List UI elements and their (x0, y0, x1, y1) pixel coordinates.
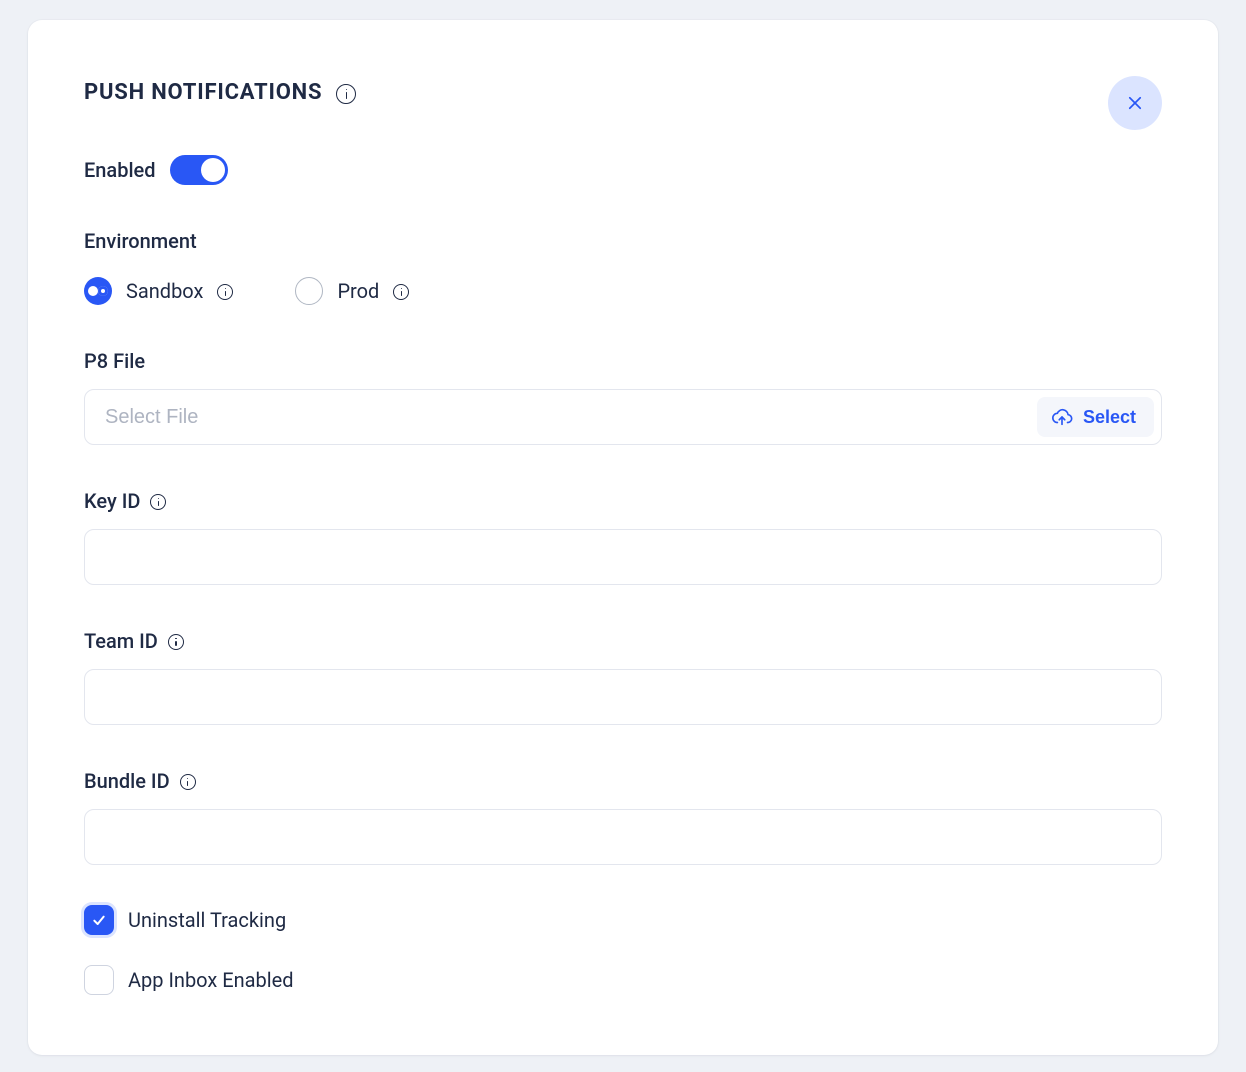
info-icon[interactable] (217, 284, 233, 300)
radio-prod[interactable]: Prod (295, 277, 409, 305)
keyid-input[interactable] (84, 529, 1162, 585)
select-file-button-label: Select (1083, 407, 1136, 428)
info-icon[interactable] (393, 284, 409, 300)
radio-sandbox-label: Sandbox (126, 279, 203, 303)
close-button[interactable] (1108, 76, 1162, 130)
environment-label: Environment (84, 229, 1162, 253)
enabled-label: Enabled (84, 158, 156, 182)
uninstall-tracking-label: Uninstall Tracking (128, 908, 286, 932)
info-icon[interactable] (336, 84, 356, 104)
app-inbox-checkbox[interactable] (84, 965, 114, 995)
radio-prod-label: Prod (337, 279, 379, 303)
info-icon[interactable] (180, 774, 196, 790)
bundleid-label: Bundle ID (84, 769, 170, 793)
p8file-label: P8 File (84, 349, 1162, 373)
app-inbox-label: App Inbox Enabled (128, 968, 294, 992)
toggle-knob (201, 158, 225, 182)
page-title: PUSH NOTIFICATIONS (84, 80, 322, 105)
info-icon[interactable] (150, 494, 166, 510)
upload-cloud-icon (1051, 406, 1073, 428)
p8file-input[interactable] (84, 389, 1162, 445)
info-icon[interactable] (168, 634, 184, 650)
select-file-button[interactable]: Select (1037, 397, 1154, 437)
teamid-label: Team ID (84, 629, 158, 653)
enabled-toggle[interactable] (170, 155, 228, 185)
teamid-input[interactable] (84, 669, 1162, 725)
close-icon (1126, 94, 1144, 112)
bundleid-input[interactable] (84, 809, 1162, 865)
check-icon (91, 912, 107, 928)
radio-sandbox[interactable]: Sandbox (84, 277, 233, 305)
push-notifications-card: PUSH NOTIFICATIONS Enabled Environment S… (28, 20, 1218, 1055)
keyid-label: Key ID (84, 489, 140, 513)
uninstall-tracking-checkbox[interactable] (84, 905, 114, 935)
